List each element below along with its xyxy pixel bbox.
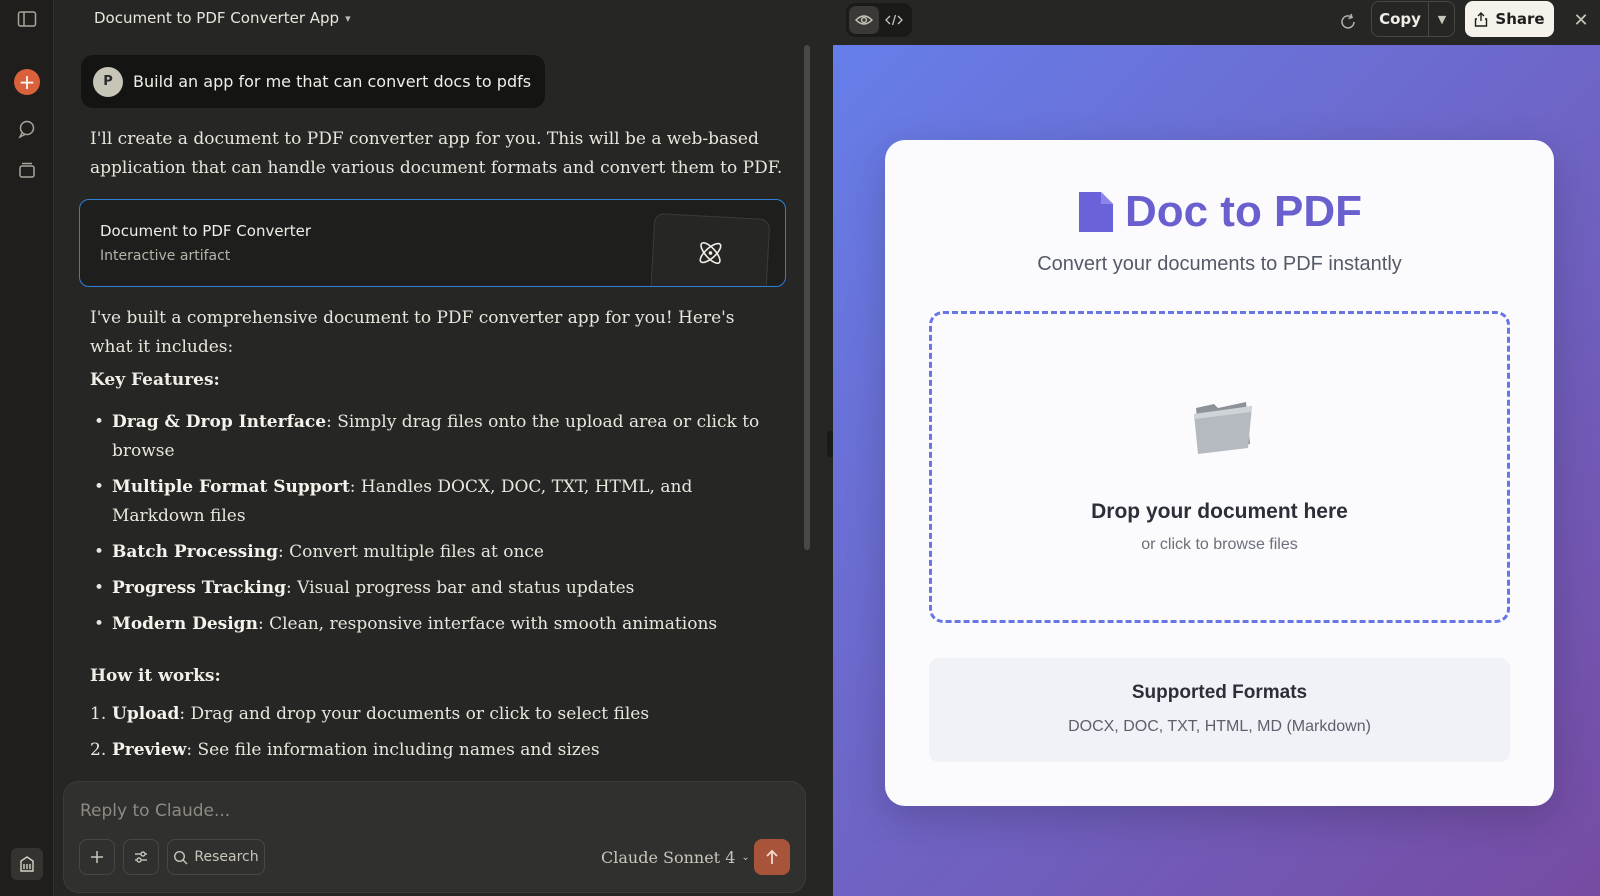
supported-formats-panel: Supported Formats DOCX, DOC, TXT, HTML, … <box>929 658 1510 762</box>
list-item: • Progress Tracking: Visual progress bar… <box>94 578 635 598</box>
chevron-down-icon: ▾ <box>345 11 351 25</box>
chats-icon[interactable] <box>14 116 40 142</box>
formats-list: DOCX, DOC, TXT, HTML, MD (Markdown) <box>1068 718 1371 735</box>
feature-desc: : Convert multiple files at once <box>277 542 544 562</box>
feature-name: Drag & Drop Interface <box>112 412 327 432</box>
add-attachment-button[interactable] <box>79 839 115 875</box>
document-icon <box>1078 192 1113 232</box>
left-rail: + <box>0 0 54 896</box>
list-item: • Batch Processing: Convert multiple fil… <box>94 542 544 562</box>
features-heading: Key Features: <box>90 370 220 390</box>
reply-composer: Reply to Claude... Research Claude Sonne… <box>63 781 806 893</box>
preview-tab[interactable] <box>849 6 879 34</box>
share-label: Share <box>1495 10 1545 28</box>
refresh-button[interactable] <box>1335 9 1361 35</box>
search-icon <box>174 850 188 864</box>
feature-desc: : Clean, responsive interface with smoot… <box>257 614 718 634</box>
research-button[interactable]: Research <box>167 839 265 875</box>
copy-button[interactable]: Copy <box>1372 2 1428 36</box>
how-heading: How it works: <box>90 666 221 686</box>
feature-name: Batch Processing <box>112 542 278 562</box>
research-label: Research <box>194 849 259 865</box>
chevron-down-icon: ▼ <box>1437 12 1447 26</box>
formats-title: Supported Formats <box>1131 682 1308 703</box>
eye-icon <box>855 15 873 25</box>
artifact-card[interactable]: Document to PDF Converter Interactive ar… <box>79 199 786 287</box>
drop-title: Drop your document here <box>1091 500 1348 523</box>
share-icon <box>1475 12 1488 27</box>
chat-scrollbar[interactable] <box>804 45 810 550</box>
upload-drop-zone[interactable]: Drop your document here or click to brow… <box>929 311 1510 623</box>
feature-name: Multiple Format Support <box>112 477 350 497</box>
refresh-icon <box>1341 13 1355 29</box>
step-name: Upload <box>112 704 180 724</box>
step-desc: : See file information including names a… <box>186 740 600 760</box>
list-item: • Modern Design: Clean, responsive inter… <box>94 614 718 634</box>
artifact-preview: Doc to PDF Convert your documents to PDF… <box>833 45 1600 896</box>
plus-icon <box>91 851 103 863</box>
drop-subtitle: or click to browse files <box>1141 536 1298 553</box>
model-selector[interactable]: Claude Sonnet 4 ⌄ <box>601 848 750 867</box>
chat-panel: Document to PDF Converter App ▾ P Build … <box>54 0 814 896</box>
view-toggle <box>846 3 912 37</box>
app-header: Doc to PDF <box>885 187 1554 237</box>
list-item: • Multiple Format Support: Handles DOCX,… <box>94 477 693 526</box>
avatar: P <box>93 66 123 97</box>
chevron-down-icon: ⌄ <box>741 852 750 863</box>
user-message-text: Build an app for me that can convert doc… <box>133 72 532 91</box>
user-message: P Build an app for me that can convert d… <box>81 55 545 108</box>
send-button[interactable] <box>754 839 790 875</box>
code-tab[interactable] <box>879 6 909 34</box>
copy-button-group: Copy ▼ <box>1371 1 1455 37</box>
converter-card: Doc to PDF Convert your documents to PDF… <box>885 140 1554 806</box>
close-artifact-button[interactable]: ✕ <box>1569 8 1593 32</box>
app-title: Doc to PDF <box>1124 187 1363 236</box>
assistant-summary: I've built a comprehensive document to P… <box>90 308 735 357</box>
copy-options-button[interactable]: ▼ <box>1429 2 1455 36</box>
code-icon <box>885 14 903 26</box>
tools-button[interactable] <box>123 839 159 875</box>
feature-name: Modern Design <box>112 614 258 634</box>
chat-title-menu[interactable]: Document to PDF Converter App ▾ <box>94 9 351 27</box>
arrow-up-icon <box>766 849 778 864</box>
folder-icon <box>1194 402 1252 454</box>
artifact-thumbnail <box>649 213 771 286</box>
list-item: • Drag & Drop Interface: Simply drag fil… <box>94 412 760 461</box>
assistant-intro: I'll create a document to PDF converter … <box>90 129 783 178</box>
sliders-icon <box>135 851 147 863</box>
reply-input[interactable]: Reply to Claude... <box>80 801 230 821</box>
close-icon: ✕ <box>1573 9 1589 31</box>
list-item: 1. Upload: Drag and drop your documents … <box>90 704 650 724</box>
feature-desc: : Visual progress bar and status updates <box>286 578 635 598</box>
sidebar-toggle-icon[interactable] <box>14 6 40 32</box>
artifact-subtitle: Interactive artifact <box>100 248 231 264</box>
step-desc: : Drag and drop your documents or click … <box>179 704 650 724</box>
share-button[interactable]: Share <box>1465 1 1554 37</box>
app-subtitle: Convert your documents to PDF instantly <box>1037 253 1402 275</box>
list-item: 2. Preview: See file information includi… <box>90 740 600 760</box>
feature-name: Progress Tracking <box>112 578 287 598</box>
artifact-title: Document to PDF Converter <box>100 222 312 240</box>
chat-title: Document to PDF Converter App <box>94 9 340 27</box>
artifact-toolbar: Copy ▼ Share ✕ <box>833 0 1600 45</box>
workspace-icon[interactable] <box>11 848 43 880</box>
projects-icon[interactable] <box>14 157 40 183</box>
step-name: Preview <box>112 740 187 760</box>
new-chat-button[interactable]: + <box>14 69 40 95</box>
model-name: Claude Sonnet 4 <box>601 848 736 867</box>
atom-icon <box>699 241 722 265</box>
